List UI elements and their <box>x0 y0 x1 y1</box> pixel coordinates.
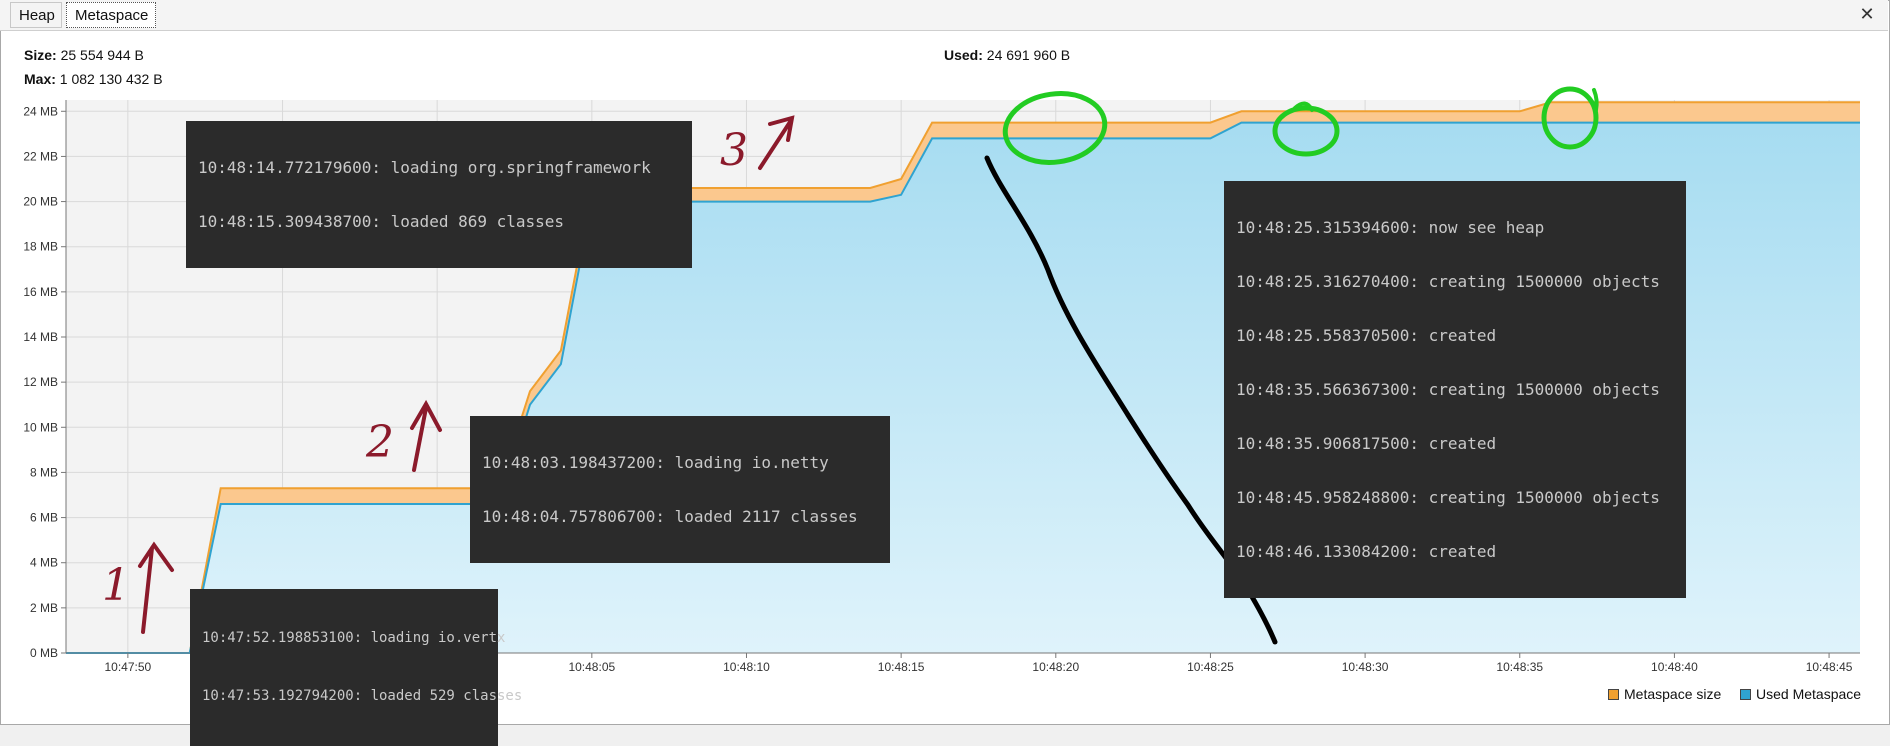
y-tick-label: 12 MB <box>23 375 58 389</box>
annotation-line: 10:48:25.315394600: now see heap <box>1236 218 1545 237</box>
x-tick-label: 10:48:40 <box>1651 660 1698 674</box>
hand-mark-1: 1 <box>102 560 130 611</box>
y-tick-label: 0 MB <box>30 646 58 660</box>
y-tick-label: 4 MB <box>30 556 58 570</box>
legend-metaspace-size: Metaspace size <box>1608 686 1721 702</box>
y-tick-label: 10 MB <box>23 420 58 434</box>
x-tick-label: 10:48:20 <box>1032 660 1079 674</box>
y-tick-label: 14 MB <box>23 330 58 344</box>
annotation-line: 10:48:03.198437200: loading io.netty <box>482 453 829 472</box>
x-tick-label: 10:48:15 <box>878 660 925 674</box>
annotation-line: 10:48:45.958248800: creating 1500000 obj… <box>1236 488 1660 507</box>
annotation-line: 10:48:25.316270400: creating 1500000 obj… <box>1236 272 1660 291</box>
y-tick-label: 6 MB <box>30 511 58 525</box>
legend-label: Used Metaspace <box>1756 686 1862 702</box>
annotation-line: 10:48:15.309438700: loaded 869 classes <box>198 212 565 231</box>
annotation-netty: 10:48:03.198437200: loading io.netty 10:… <box>470 416 890 563</box>
annotation-line: 10:48:04.757806700: loaded 2117 classes <box>482 507 858 526</box>
y-tick-label: 2 MB <box>30 601 58 615</box>
legend-used-metaspace: Used Metaspace <box>1740 686 1861 702</box>
annotation-line: 10:48:25.558370500: created <box>1236 326 1497 345</box>
hand-mark-3: 3 <box>720 125 748 176</box>
y-tick-label: 16 MB <box>23 285 58 299</box>
x-tick-label: 10:48:45 <box>1806 660 1853 674</box>
legend-label: Metaspace size <box>1624 686 1722 702</box>
y-tick-label: 18 MB <box>23 240 58 254</box>
y-tick-label: 8 MB <box>30 465 58 479</box>
annotation-line: 10:48:14.772179600: loading org.springfr… <box>198 158 651 177</box>
annotation-line: 10:48:35.906817500: created <box>1236 434 1497 453</box>
hand-mark-2: 2 <box>365 417 394 468</box>
annotation-vertx: 10:47:52.198853100: loading io.vertx 10:… <box>190 589 523 746</box>
x-tick-label: 10:48:35 <box>1496 660 1543 674</box>
legend-swatch <box>1740 689 1751 700</box>
legend-swatch <box>1608 689 1619 700</box>
annotation-line: 10:47:52.198853100: loading io.vertx <box>202 630 506 646</box>
annotation-line: 10:48:46.133084200: created <box>1236 542 1497 561</box>
x-tick-label: 10:48:10 <box>723 660 770 674</box>
annotation-heap: 10:48:25.315394600: now see heap 10:48:2… <box>1224 181 1686 598</box>
annotation-line: 10:47:53.192794200: loaded 529 classes <box>202 688 523 704</box>
x-tick-label: 10:47:50 <box>105 660 152 674</box>
y-tick-label: 20 MB <box>23 195 58 209</box>
annotation-line: 10:48:35.566367300: creating 1500000 obj… <box>1236 380 1660 399</box>
x-tick-label: 10:48:30 <box>1342 660 1389 674</box>
y-tick-label: 24 MB <box>23 104 58 118</box>
annotation-spring: 10:48:14.772179600: loading org.springfr… <box>186 121 692 268</box>
y-tick-label: 22 MB <box>23 149 58 163</box>
x-tick-label: 10:48:25 <box>1187 660 1234 674</box>
x-tick-label: 10:48:05 <box>568 660 615 674</box>
